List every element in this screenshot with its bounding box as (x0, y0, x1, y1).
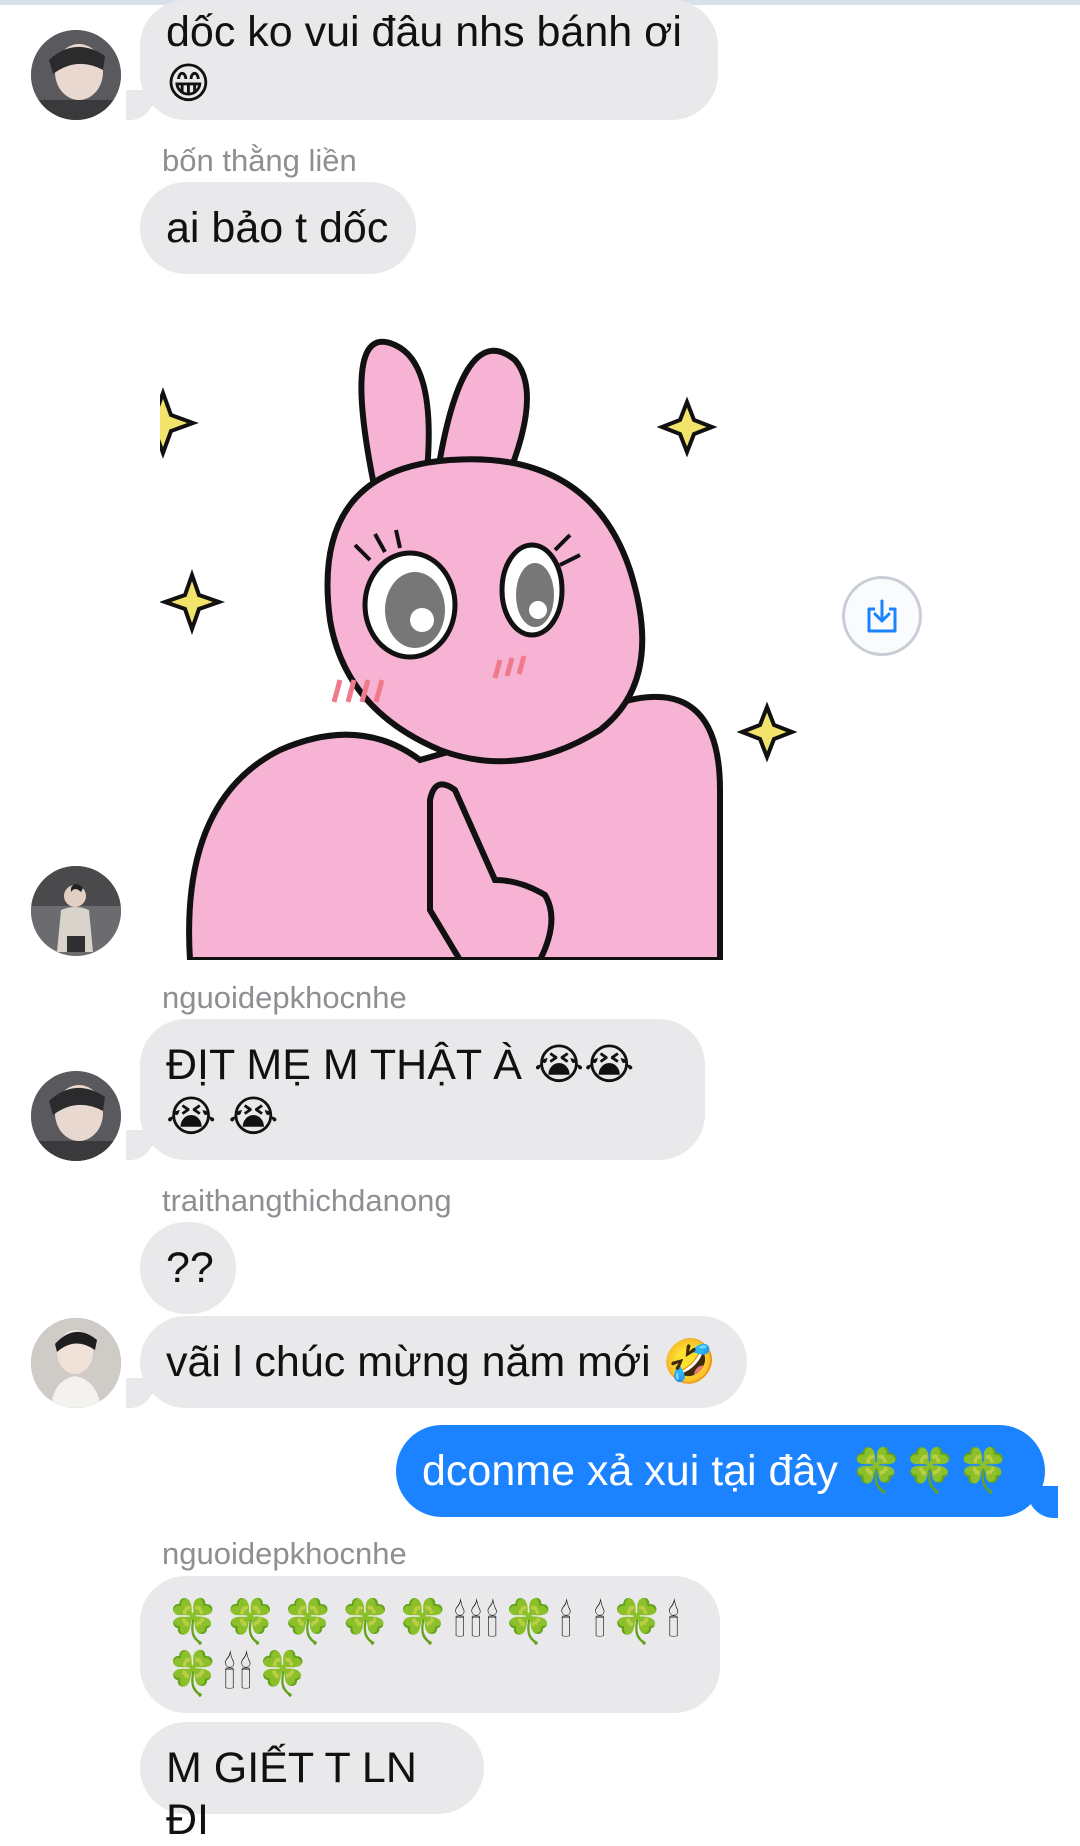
message-text: 🍀🍀🍀🍀🍀🕯🕯🕯🍀🕯 🕯🍀🕯🍀🕯🕯🍀 (166, 1597, 684, 1699)
bubble-tail (126, 1130, 154, 1160)
message-text: ai bảo t dốc (166, 204, 389, 252)
avatar-photo (31, 30, 121, 120)
sender-name: traithangthichdanong (162, 1183, 452, 1218)
avatar-photo (31, 1071, 121, 1161)
bubble-tail (126, 90, 154, 120)
message-bubble[interactable]: vãi l chúc mừng năm mới 🤣 (140, 1316, 747, 1408)
message-text: M GIẾT T LN ĐI (166, 1744, 417, 1844)
message-text: dconme xả xui tại đây 🍀🍀🍀 (422, 1447, 1011, 1495)
save-download-icon (867, 599, 897, 633)
sticker-image[interactable] (127, 320, 820, 963)
message-bubble[interactable]: ?? (140, 1222, 236, 1314)
sender-name: bốn thằng liền (162, 143, 357, 178)
bubble-tail (1028, 1486, 1058, 1518)
avatar[interactable] (31, 30, 121, 120)
avatar-photo (31, 866, 121, 956)
message-text: vãi l chúc mừng năm mới 🤣 (166, 1338, 717, 1386)
message-bubble[interactable]: dốc ko vui đâu nhs bánh ơi 😁 (140, 0, 718, 120)
sender-name: nguoidepkhocnhe (162, 1536, 407, 1571)
avatar-photo (31, 1318, 121, 1408)
pink-bunny-sticker (127, 338, 798, 963)
message-text: ?? (166, 1244, 214, 1292)
save-sticker-button[interactable] (842, 576, 922, 656)
avatar[interactable] (31, 866, 121, 956)
message-text: ĐỊT MẸ M THẬT À 😭😭😭 😭 (166, 1041, 635, 1141)
avatar[interactable] (31, 1071, 121, 1161)
message-bubble[interactable]: M GIẾT T LN ĐI (140, 1722, 484, 1844)
message-bubble[interactable]: ai bảo t dốc (140, 182, 416, 274)
bubble-tail (126, 1378, 154, 1408)
avatar[interactable] (31, 1318, 121, 1408)
message-bubble[interactable]: 🍀🍀🍀🍀🍀🕯🕯🕯🍀🕯 🕯🍀🕯🍀🕯🕯🍀 (140, 1576, 720, 1713)
message-text: dốc ko vui đâu nhs bánh ơi 😁 (166, 8, 682, 108)
outgoing-message-bubble[interactable]: dconme xả xui tại đây 🍀🍀🍀 (396, 1425, 1045, 1517)
sender-name: nguoidepkhocnhe (162, 980, 407, 1015)
message-bubble[interactable]: ĐỊT MẸ M THẬT À 😭😭😭 😭 (140, 1019, 705, 1160)
